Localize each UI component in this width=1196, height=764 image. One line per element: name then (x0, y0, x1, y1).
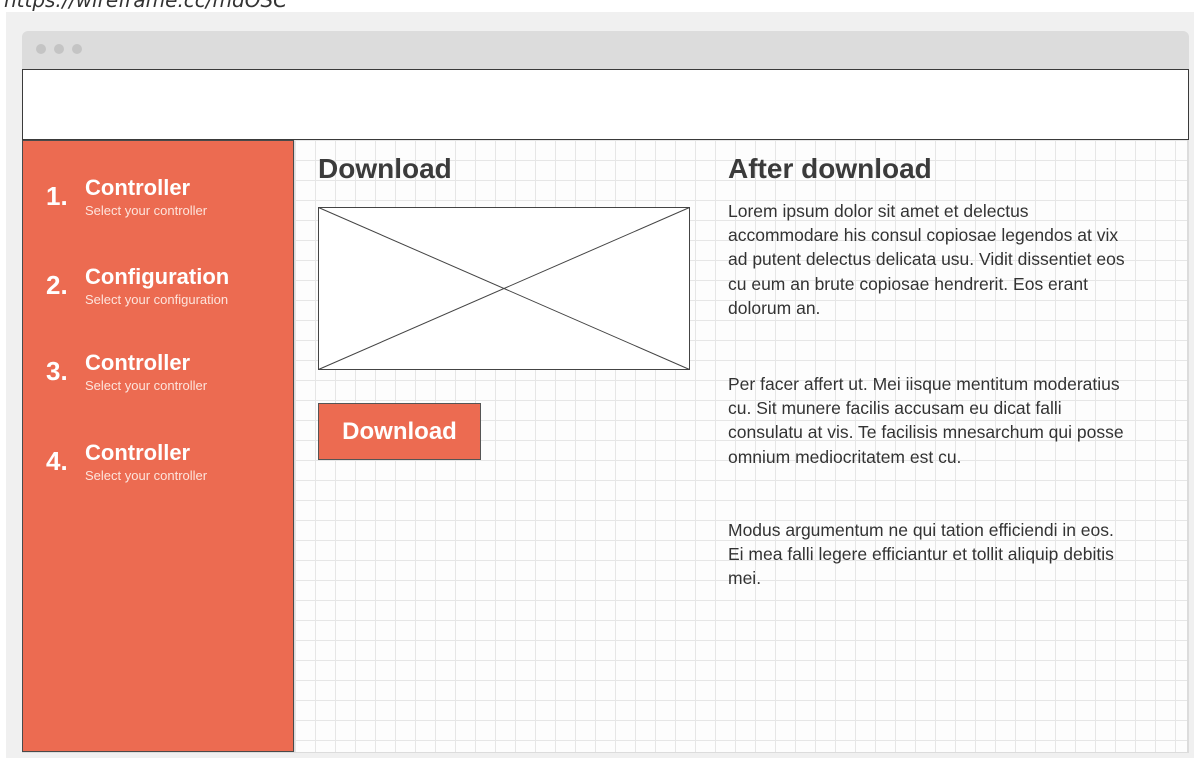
paragraph-3: Modus argumentum ne qui tation efficiend… (728, 520, 1114, 589)
step-number: 1. (46, 181, 68, 211)
step-title: Controller (85, 350, 191, 375)
paragraph-2: Per facer affert ut. Mei iisque mentitum… (728, 374, 1124, 467)
download-button[interactable]: Download (318, 403, 481, 460)
download-heading: Download (318, 153, 452, 184)
step-subtitle: Select your controller (85, 468, 208, 483)
window-controls (36, 44, 82, 54)
maximize-dot-icon[interactable] (72, 44, 82, 54)
step-title: Configuration (85, 264, 230, 289)
step-number: 3. (46, 356, 68, 386)
close-dot-icon[interactable] (36, 44, 46, 54)
paragraph-1: Lorem ipsum dolor sit amet et delectus a… (728, 201, 1125, 318)
step-number: 4. (46, 446, 68, 476)
header-bar (22, 69, 1189, 140)
image-placeholder-icon (318, 207, 690, 370)
url-caption: https://wireframe.cc/mdOSC (4, 0, 288, 12)
after-download-heading: After download (728, 153, 932, 184)
step-title: Controller (85, 175, 191, 200)
step-subtitle: Select your configuration (85, 292, 229, 307)
minimize-dot-icon[interactable] (54, 44, 64, 54)
step-number: 2. (46, 270, 68, 300)
step-subtitle: Select your controller (85, 203, 208, 218)
sidebar: 1. Controller Select your controller 2. … (22, 140, 294, 752)
step-title: Controller (85, 440, 191, 465)
step-subtitle: Select your controller (85, 378, 208, 393)
